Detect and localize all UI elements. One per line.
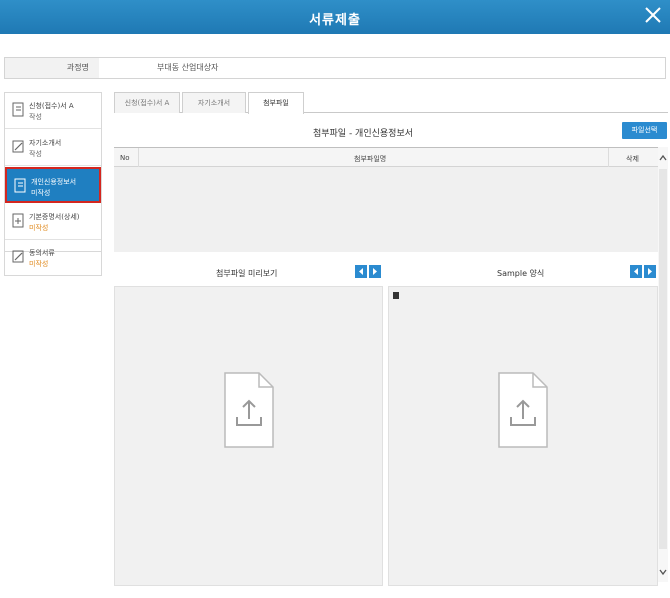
column-delete: 삭제 (626, 155, 639, 163)
column-filename: 첨부파일명 (354, 155, 387, 163)
edit-icon (12, 140, 24, 153)
sidebar-item-label: 개인신용정보서 (31, 178, 77, 186)
sidebar-item-basic-cert[interactable]: 기본증명서(상세) 미작성 (5, 204, 101, 240)
arrow-left-icon[interactable] (630, 265, 642, 278)
edit-icon (12, 250, 24, 263)
attachment-table-header: No 첨부파일명 삭제 (114, 147, 668, 167)
preview-panel (114, 286, 383, 586)
course-label: 과정명 (5, 58, 99, 78)
document-icon (12, 102, 24, 117)
sidebar-item-label: 동의서류 (29, 249, 55, 257)
preview-nav (355, 265, 381, 278)
arrow-right-icon[interactable] (369, 265, 381, 278)
scrollbar-thumb[interactable] (659, 169, 667, 549)
column-no: No (120, 154, 130, 162)
sample-panel (388, 286, 658, 586)
sidebar-item-status: 미작성 (29, 224, 49, 232)
sidebar-item-status: 미작성 (29, 260, 49, 268)
file-upload-icon (498, 372, 548, 448)
sidebar-item-label: 기본증명서(상세) (29, 213, 80, 221)
sidebar-item-credit-info[interactable]: 개인신용정보서 미작성 (5, 167, 101, 203)
course-info-row: 과정명 부대동 산업대상자 (4, 57, 666, 79)
tab-self-intro[interactable]: 자기소개서 (182, 92, 246, 113)
tab-bar: 신청(접수)서 A 자기소개서 첨부파일 (114, 91, 668, 114)
sample-nav (630, 265, 656, 278)
select-file-button[interactable]: 파일선택 (622, 122, 667, 139)
sidebar-item-label: 자기소개서 (29, 139, 62, 147)
document-icon (14, 178, 26, 193)
sample-title: Sample 양식 (497, 269, 545, 278)
sample-marker-icon (393, 292, 399, 299)
sidebar-item-label: 신청(접수)서 A (29, 102, 74, 110)
chevron-down-icon[interactable] (659, 567, 667, 577)
chevron-up-icon[interactable] (659, 153, 667, 163)
preview-title: 첨부파일 미리보기 (216, 269, 278, 278)
window-titlebar: 서류제출 (0, 0, 670, 34)
plus-doc-icon (12, 213, 24, 228)
tab-attachments[interactable]: 첨부파일 (248, 92, 304, 114)
arrow-right-icon[interactable] (644, 265, 656, 278)
column-divider (608, 148, 609, 167)
course-value: 부대동 산업대상자 (157, 63, 219, 72)
attachment-section-title: 첨부파일 - 개인신용정보서 (312, 129, 414, 139)
sidebar-item-self-intro[interactable]: 자기소개서 작성 (5, 130, 101, 166)
tab-application[interactable]: 신청(접수)서 A (114, 92, 180, 113)
sidebar-item-consent-row[interactable]: 동의서류 미작성 (4, 240, 102, 276)
document-sidebar: 신청(접수)서 A 작성 자기소개서 작성 개인신용정보서 미작성 기본증명서(… (4, 92, 102, 252)
sidebar-item-status: 미작성 (31, 189, 51, 197)
vertical-scrollbar[interactable] (658, 147, 668, 582)
file-upload-icon (224, 372, 274, 448)
sidebar-item-status: 작성 (29, 150, 42, 158)
column-divider (138, 148, 139, 167)
close-icon[interactable] (642, 4, 664, 26)
sidebar-item-status: 작성 (29, 113, 42, 121)
window-title: 서류제출 (309, 13, 361, 28)
arrow-left-icon[interactable] (355, 265, 367, 278)
sidebar-item-application[interactable]: 신청(접수)서 A 작성 (5, 93, 101, 129)
attachment-table-body (114, 167, 658, 252)
